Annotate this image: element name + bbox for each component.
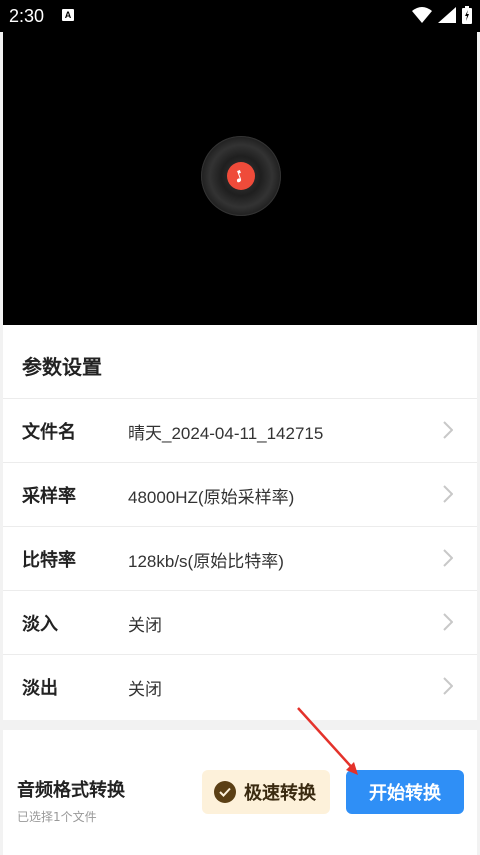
chevron-right-icon <box>443 485 453 503</box>
row-filename[interactable]: 文件名 晴天_2024-04-11_142715 <box>3 398 477 462</box>
signal-icon <box>438 7 456 23</box>
status-bar: 2:30 A <box>0 0 480 32</box>
wifi-icon <box>412 7 432 23</box>
row-value: 关闭 <box>128 616 162 635</box>
status-time: 2:30 <box>9 6 45 26</box>
chevron-right-icon <box>443 677 453 695</box>
row-label: 采样率 <box>22 486 76 507</box>
bottom-title: 音频格式转换 <box>17 780 125 801</box>
battery-icon <box>462 6 472 24</box>
row-value: 关闭 <box>128 680 162 699</box>
row-label: 淡入 <box>22 614 58 635</box>
row-label: 淡出 <box>22 678 58 699</box>
status-icons <box>412 6 472 24</box>
chevron-right-icon <box>443 549 453 567</box>
fast-convert-label: 极速转换 <box>244 783 316 804</box>
chevron-right-icon <box>443 421 453 439</box>
red-arrow-annotation <box>297 707 358 775</box>
row-label: 比特率 <box>22 550 76 571</box>
params-title: 参数设置 <box>22 355 102 379</box>
row-value: 128kb/s(原始比特率) <box>128 552 284 571</box>
a-notification-icon: A <box>62 9 74 21</box>
check-icon <box>214 781 236 803</box>
row-value: 48000HZ(原始采样率) <box>128 488 295 507</box>
row-samplerate[interactable]: 采样率 48000HZ(原始采样率) <box>3 462 477 526</box>
bottom-bar: 音频格式转换 已选择1个文件 极速转换 开始转换 <box>3 730 477 855</box>
selected-count: 已选择1个文件 <box>17 810 97 824</box>
row-value: 晴天_2024-04-11_142715 <box>128 424 324 443</box>
row-fadeout[interactable]: 淡出 关闭 <box>3 654 477 718</box>
audio-preview <box>3 32 477 325</box>
row-fadein[interactable]: 淡入 关闭 <box>3 590 477 654</box>
music-note-icon <box>227 162 255 190</box>
row-label: 文件名 <box>22 422 76 443</box>
row-bitrate[interactable]: 比特率 128kb/s(原始比特率) <box>3 526 477 590</box>
chevron-right-icon <box>443 613 453 631</box>
params-panel: 参数设置 文件名 晴天_2024-04-11_142715 采样率 48000H… <box>3 325 477 720</box>
music-disc-icon <box>201 136 281 216</box>
